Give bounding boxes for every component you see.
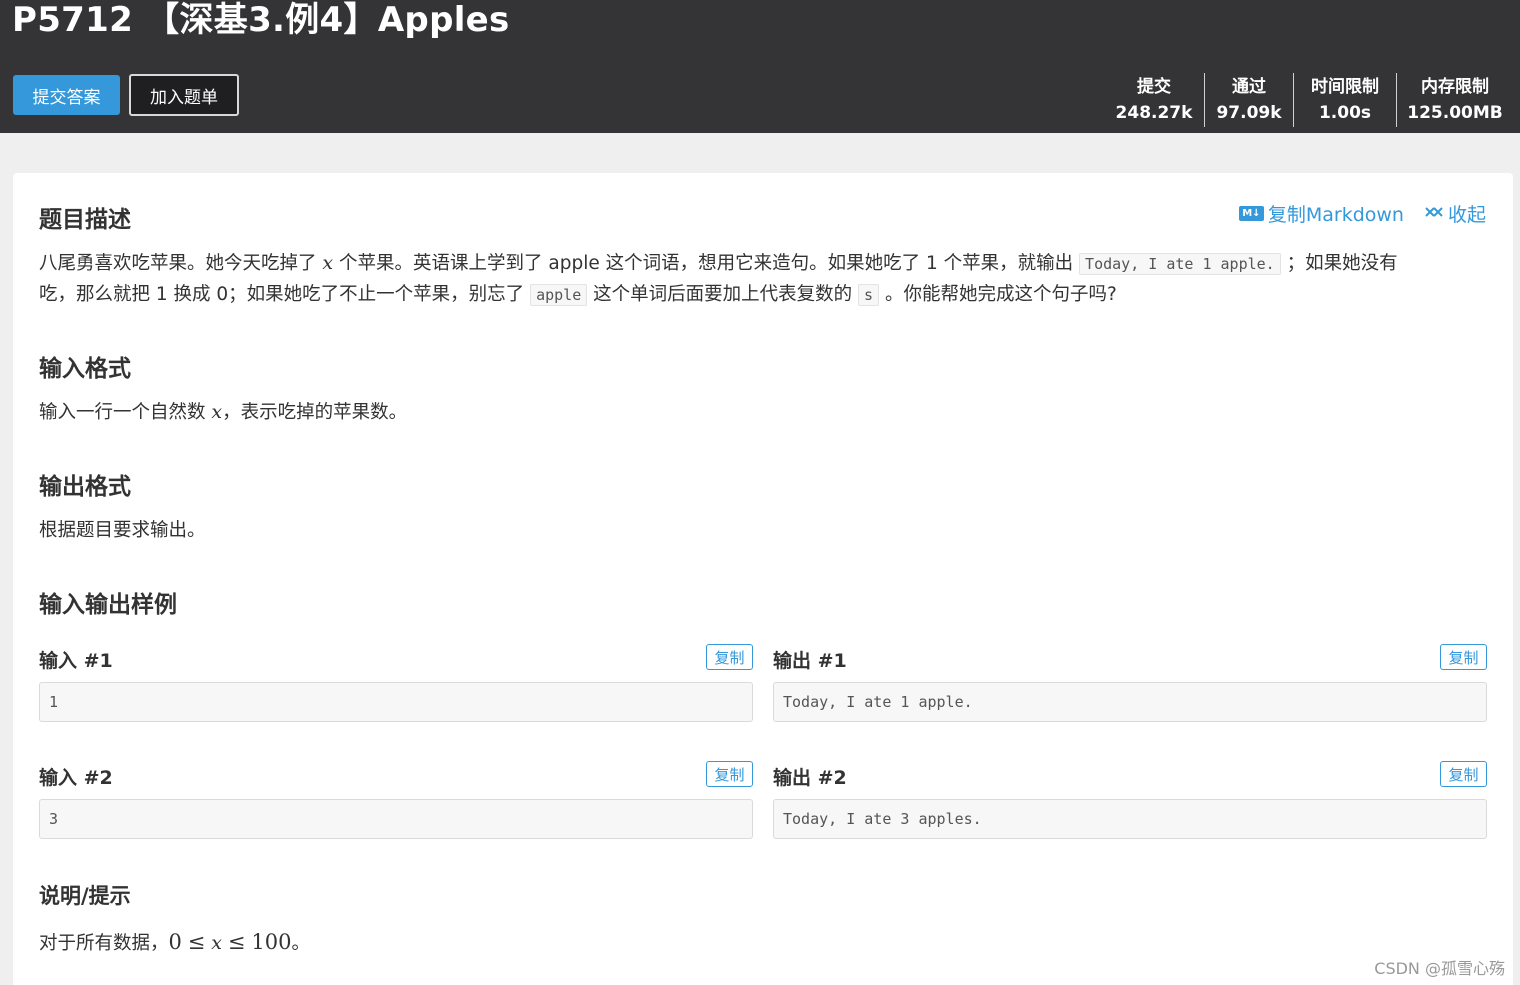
problem-header: P5712 【深基3.例4】Apples 提交答案 加入题单 提交 248.27… [0,0,1520,133]
stat-divider [1293,73,1294,127]
stat-time-limit-value: 1.00s [1318,103,1372,123]
stat-submissions-label: 提交 [1137,77,1171,97]
sample-output-label: 输出 #1 [773,650,847,672]
input-format-text-a: 输入一行一个自然数 [39,402,206,423]
hint-text-b: 。 [291,933,310,954]
sample-output-label: 输出 #2 [773,767,847,789]
copy-sample-output-2-button[interactable]: 复制 [1440,761,1487,787]
copy-sample-input-2-button[interactable]: 复制 [706,761,753,787]
stat-submissions: 提交 248.27k [1112,73,1196,127]
problem-toolbar: M↓ 复制Markdown 收起 [1238,200,1486,227]
collapse-icon [1425,206,1443,217]
hint-text-a: 对于所有数据， [39,933,169,954]
copy-sample-output-1-button[interactable]: 复制 [1440,644,1487,670]
input-format-heading: 输入格式 [39,356,131,382]
output-format-text: 根据题目要求输出。 [39,520,206,541]
stat-divider [1396,73,1397,127]
stat-memory-limit: 内存限制 125.00MB [1403,73,1507,127]
watermark: CSDN @孤雪心殇 [1374,959,1505,978]
stat-time-limit-label: 时间限制 [1311,77,1379,97]
description-text: 。你能帮她完成这个句子吗? [884,284,1117,305]
math-number: 100 [251,930,292,954]
math-number: 0 [168,930,182,954]
add-to-list-button[interactable]: 加入题单 [129,74,239,116]
description-text: 八尾勇喜欢吃苹果。她今天吃掉了 [39,253,317,274]
description-text: 个苹果。英语课上学到了 apple 这个词语，想用它来造句。如果她吃了 1 个苹… [339,253,1074,274]
collapse-label: 收起 [1447,204,1486,226]
copy-markdown-button[interactable]: M↓ 复制Markdown [1238,200,1404,227]
math-operator: ≤ [227,930,246,954]
sample-input-box: 1 [39,682,753,722]
description-text: 这个单词后面要加上代表复数的 [593,284,853,305]
copy-markdown-label: 复制Markdown [1267,204,1404,226]
hint-text: 对于所有数据，0 ≤ x ≤ 100。 [39,927,310,959]
output-format-heading: 输出格式 [39,474,131,500]
description-text: ；如果她没有 [1286,253,1398,274]
inline-code: s [858,284,880,306]
stat-memory-limit-label: 内存限制 [1421,77,1489,97]
sample-input-label: 输入 #1 [39,650,113,672]
math-variable: x [211,932,222,954]
stat-divider [1204,73,1205,127]
inline-code: Today, I ate 1 apple. [1079,253,1281,275]
stat-memory-limit-value: 125.00MB [1407,103,1503,123]
description-text: 吃，那么就把 1 换成 0；如果她吃了不止一个苹果，别忘了 [39,284,525,305]
samples-heading: 输入输出样例 [39,592,177,618]
markdown-icon: M↓ [1238,206,1264,221]
description-heading: 题目描述 [39,207,131,233]
submit-answer-button[interactable]: 提交答案 [13,75,120,115]
math-variable: x [211,401,223,423]
sample-input-label: 输入 #2 [39,767,113,789]
collapse-button[interactable]: 收起 [1424,200,1486,227]
copy-sample-input-1-button[interactable]: 复制 [706,644,753,670]
input-format-text: 输入一行一个自然数 x，表示吃掉的苹果数。 [39,397,407,428]
description-line-2: 吃，那么就把 1 换成 0；如果她吃了不止一个苹果，别忘了 apple 这个单词… [39,279,1117,311]
inline-code: apple [530,284,588,306]
sample-output-box: Today, I ate 1 apple. [773,682,1487,722]
hint-heading: 说明/提示 [39,884,131,908]
math-operator: ≤ [187,930,206,954]
description-line-1: 八尾勇喜欢吃苹果。她今天吃掉了 x 个苹果。英语课上学到了 apple 这个词语… [39,248,1398,280]
math-variable: x [322,252,334,274]
sample-input-box: 3 [39,799,753,839]
problem-title: P5712 【深基3.例4】Apples [12,0,510,40]
stat-accepted-value: 97.09k [1216,103,1282,123]
stat-accepted-label: 通过 [1232,77,1266,97]
input-format-text-b: ，表示吃掉的苹果数。 [222,402,408,423]
stat-submissions-value: 248.27k [1115,103,1193,123]
sample-output-box: Today, I ate 3 apples. [773,799,1487,839]
stat-time-limit: 时间限制 1.00s [1297,73,1393,127]
stat-accepted: 通过 97.09k [1208,73,1290,127]
